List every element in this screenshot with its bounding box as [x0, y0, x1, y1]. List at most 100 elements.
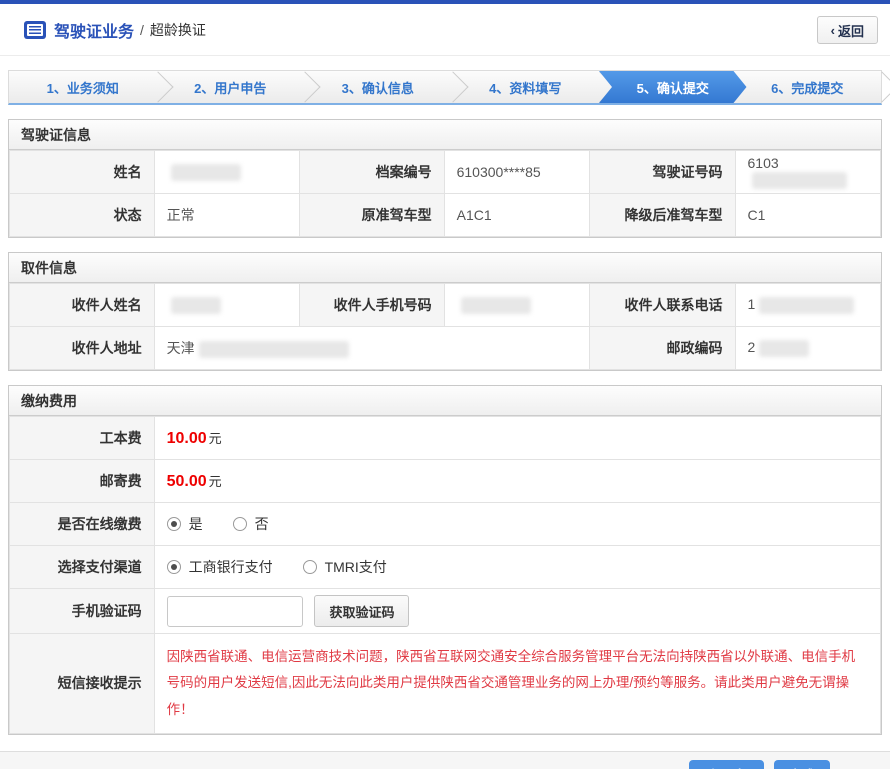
field-label-recipient-name: 收件人姓名 [10, 284, 155, 327]
field-value-recipient-mobile [444, 284, 589, 327]
step-tab-2-label: 2、用户申告 [194, 78, 266, 97]
license-info-section: 驾驶证信息 姓名 档案编号 610300****85 驾驶证号码 6103 状态… [8, 119, 882, 238]
payment-channel-options: 工商银行支付 TMRI支付 [154, 546, 880, 589]
redacted-blur [759, 340, 809, 357]
step-tab-5-label: 5、确认提交 [637, 78, 709, 97]
step-tab-4[interactable]: 4、资料填写 [452, 71, 600, 103]
previous-step-button[interactable]: 上一步 [689, 760, 764, 769]
fee-unit: 元 [209, 431, 222, 446]
redacted-blur [759, 297, 854, 314]
field-label-sms-notice: 短信接收提示 [10, 634, 155, 734]
redacted-blur [171, 164, 241, 181]
redacted-blur [199, 341, 349, 358]
sms-code-cell: 获取验证码 [154, 589, 880, 634]
get-sms-code-button[interactable]: 获取验证码 [314, 595, 409, 627]
field-label-recipient-mobile: 收件人手机号码 [300, 284, 445, 327]
radio-icbc-pay-label[interactable]: 工商银行支付 [189, 557, 273, 577]
field-label-recipient-phone: 收件人联系电话 [590, 284, 735, 327]
field-label-postage-fee: 邮寄费 [10, 460, 155, 503]
field-value-text: C1 [748, 207, 766, 223]
table-row: 状态 正常 原准驾车型 A1C1 降级后准驾车型 C1 [10, 194, 881, 237]
field-value-status: 正常 [154, 194, 299, 237]
step-progress-bar: 1、业务须知 2、用户申告 3、确认信息 4、资料填写 5、确认提交 6、完成提… [8, 70, 882, 105]
field-value-postal-code: 2 [735, 327, 880, 370]
field-value-license-number: 6103 [735, 151, 880, 194]
payment-table: 工本费 10.00元 邮寄费 50.00元 是否在线缴费 是 [9, 416, 881, 734]
field-label-sms-code: 手机验证码 [10, 589, 155, 634]
field-label-downgraded-class: 降级后准驾车型 [590, 194, 735, 237]
field-label-recipient-address: 收件人地址 [10, 327, 155, 370]
step-tab-1[interactable]: 1、业务须知 [9, 71, 157, 103]
list-icon [24, 21, 46, 39]
radio-yes-label[interactable]: 是 [189, 514, 203, 534]
field-value-text: 610300****85 [457, 164, 541, 180]
field-label-status: 状态 [10, 194, 155, 237]
field-value-original-class: A1C1 [444, 194, 589, 237]
field-value-text: 天津 [167, 340, 195, 356]
header: 驾驶证业务 / 超龄换证 ‹ 返回 [0, 4, 890, 56]
payment-section: 缴纳费用 工本费 10.00元 邮寄费 50.00元 是否在线缴费 [8, 385, 882, 735]
field-label-license-number: 驾驶证号码 [590, 151, 735, 194]
field-label-payment-channel: 选择支付渠道 [10, 546, 155, 589]
finish-button[interactable]: 完成 [774, 760, 830, 769]
redacted-blur [171, 297, 221, 314]
footer-action-bar: 上一步 完成 [0, 751, 890, 769]
field-value-text: 6103 [748, 155, 779, 171]
table-row: 邮寄费 50.00元 [10, 460, 881, 503]
section-title-pickup: 取件信息 [9, 253, 881, 283]
step-tab-5-active[interactable]: 5、确认提交 [599, 71, 747, 103]
step-tab-2[interactable]: 2、用户申告 [157, 71, 305, 103]
page-title: 驾驶证业务 [54, 18, 134, 42]
radio-group-payment-channel: 工商银行支付 TMRI支付 [167, 557, 868, 577]
back-chevron-icon: ‹ [831, 23, 835, 38]
back-button-label: 返回 [838, 21, 864, 40]
field-value-postage-fee: 50.00元 [154, 460, 880, 503]
step-tab-3[interactable]: 3、确认信息 [304, 71, 452, 103]
back-button[interactable]: ‹ 返回 [817, 16, 878, 44]
page: 驾驶证业务 / 超龄换证 ‹ 返回 1、业务须知 2、用户申告 3、确认信息 4… [0, 0, 890, 769]
field-label-pay-online: 是否在线缴费 [10, 503, 155, 546]
table-row: 短信接收提示 因陕西省联通、电信运营商技术问题，陕西省互联网交通安全综合服务管理… [10, 634, 881, 734]
section-title-payment: 缴纳费用 [9, 386, 881, 416]
radio-tmri-pay-label[interactable]: TMRI支付 [325, 557, 387, 577]
license-info-table: 姓名 档案编号 610300****85 驾驶证号码 6103 状态 正常 原准… [9, 150, 881, 237]
step-tab-6-label: 6、完成提交 [771, 78, 843, 97]
table-row: 选择支付渠道 工商银行支付 TMRI支付 [10, 546, 881, 589]
field-label-original-class: 原准驾车型 [300, 194, 445, 237]
breadcrumb-separator: / [140, 22, 144, 38]
radio-no-label[interactable]: 否 [255, 514, 269, 534]
field-label-postal-code: 邮政编码 [590, 327, 735, 370]
table-row: 是否在线缴费 是 否 [10, 503, 881, 546]
pay-online-options: 是 否 [154, 503, 880, 546]
table-row: 收件人地址 天津 邮政编码 2 [10, 327, 881, 370]
field-value-name [154, 151, 299, 194]
step-tab-6[interactable]: 6、完成提交 [734, 71, 882, 103]
field-value-text: 2 [748, 339, 756, 355]
radio-no[interactable] [233, 517, 247, 531]
fee-unit: 元 [209, 474, 222, 489]
breadcrumb-current: 超龄换证 [150, 20, 206, 40]
field-value-text: A1C1 [457, 207, 492, 223]
sms-code-input[interactable] [167, 596, 303, 627]
step-tab-1-label: 1、业务须知 [47, 78, 119, 97]
field-value-text: 1 [748, 296, 756, 312]
field-value-recipient-address: 天津 [154, 327, 589, 370]
field-label-file-number: 档案编号 [300, 151, 445, 194]
radio-yes[interactable] [167, 517, 181, 531]
table-row: 工本费 10.00元 [10, 417, 881, 460]
fee-amount: 10.00 [167, 430, 207, 447]
radio-tmri-pay[interactable] [303, 560, 317, 574]
step-tab-4-label: 4、资料填写 [489, 78, 561, 97]
field-label-production-fee: 工本费 [10, 417, 155, 460]
field-value-downgraded-class: C1 [735, 194, 880, 237]
radio-icbc-pay[interactable] [167, 560, 181, 574]
field-value-recipient-name [154, 284, 299, 327]
table-row: 手机验证码 获取验证码 [10, 589, 881, 634]
redacted-blur [752, 172, 847, 189]
field-value-text: 正常 [167, 207, 195, 223]
radio-group-pay-online: 是 否 [167, 514, 868, 534]
section-title-license: 驾驶证信息 [9, 120, 881, 150]
field-value-file-number: 610300****85 [444, 151, 589, 194]
redacted-blur [461, 297, 531, 314]
pickup-info-table: 收件人姓名 收件人手机号码 收件人联系电话 1 收件人地址 天津 邮政编码 2 [9, 283, 881, 370]
